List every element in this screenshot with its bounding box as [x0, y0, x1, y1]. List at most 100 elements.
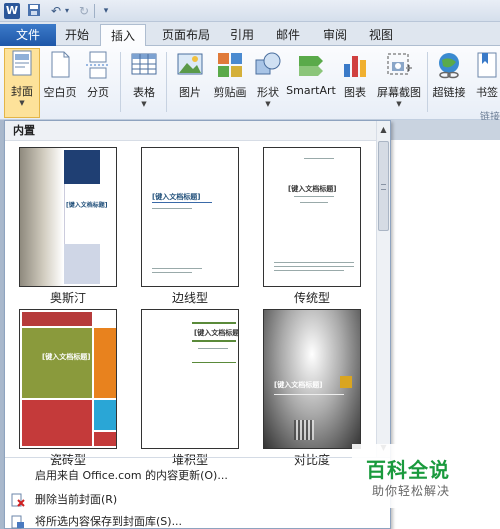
hyperlink-icon — [434, 50, 464, 80]
subtitle-line — [294, 196, 334, 197]
thumbnail-title: [键入文档标题] — [194, 329, 239, 337]
page-break-label: 分页 — [87, 86, 109, 99]
abstract-line — [274, 266, 354, 267]
ribbon-tabs: 文件 开始 插入 页面布局 引用 邮件 审阅 视图 — [0, 22, 500, 47]
document-ruler-strip — [388, 120, 500, 140]
cover-thumbnail-stacks[interactable]: [键入文档标题] — [141, 309, 239, 449]
thumbnail-label: 传统型 — [293, 291, 330, 305]
abstract-line — [274, 262, 354, 263]
save-icon[interactable] — [26, 3, 42, 19]
smartart-label: SmartArt — [286, 84, 336, 97]
picture-button[interactable]: 图片 — [172, 50, 208, 114]
scroll-up-icon[interactable]: ▲ — [377, 123, 390, 137]
word-app-icon[interactable]: W — [4, 3, 20, 19]
tile-accent — [94, 400, 116, 430]
subtitle-line — [198, 348, 228, 349]
enable-office-updates-item[interactable]: 启用来自 Office.com 的内容更新(O)... — [5, 465, 365, 487]
smartart-icon — [296, 50, 326, 80]
thumbnail-title: [键入文档标题] — [288, 185, 337, 193]
clipart-button[interactable]: 剪贴画 — [210, 50, 250, 114]
cover-thumbnail-traditional[interactable]: [键入文档标题] — [263, 147, 361, 287]
qat-separator — [94, 4, 95, 18]
hyperlink-button[interactable]: 超链接 — [430, 50, 468, 114]
smartart-button[interactable]: SmartArt — [286, 50, 336, 114]
thumbnail-title: [键入文档标题] — [42, 353, 91, 361]
logo-mark — [340, 376, 352, 388]
cover-page-button[interactable]: 封面 ▼ — [4, 48, 40, 118]
scroll-thumb[interactable] — [378, 141, 389, 231]
pattern-block — [294, 420, 314, 440]
title-bar: W ↶ ▾ ↻ ▾ — [0, 0, 500, 22]
cover-thumbnail-austin[interactable]: [键入文档标题] — [19, 147, 117, 287]
subtitle-line — [274, 394, 344, 395]
screenshot-label: 屏幕截图 — [377, 86, 421, 99]
shapes-button[interactable]: 形状 ▼ — [252, 50, 284, 114]
watermark: 百科全说 助你轻松解决 — [352, 444, 500, 508]
hyperlink-label: 超链接 — [432, 86, 466, 99]
table-button[interactable]: 表格 ▼ — [126, 50, 162, 114]
tab-review[interactable]: 审阅 — [314, 24, 356, 46]
group-separator — [427, 52, 428, 112]
chart-button[interactable]: 图表 — [338, 50, 372, 114]
tile-corner — [94, 432, 116, 446]
tile-top — [22, 312, 92, 326]
blank-page-button[interactable]: 空白页 — [42, 50, 78, 114]
screenshot-button[interactable]: 屏幕截图 ▼ — [374, 50, 424, 114]
blank-page-label: 空白页 — [43, 86, 77, 99]
table-icon — [129, 50, 159, 80]
cover-page-label: 封面 — [11, 85, 33, 98]
bookmark-button[interactable]: 书签 — [472, 50, 500, 114]
thumbnail-label: 奥斯汀 — [49, 291, 86, 305]
tab-references[interactable]: 引用 — [222, 24, 262, 46]
text-block — [64, 184, 100, 244]
redo-icon[interactable]: ↻ — [76, 3, 92, 19]
remove-cover-item[interactable]: 删除当前封面(R) — [5, 489, 365, 511]
title-rule — [192, 322, 236, 324]
thumbnail-label: 边线型 — [171, 291, 208, 305]
header-line — [304, 158, 334, 159]
scroll-grip-icon — [381, 184, 386, 190]
picture-icon — [175, 50, 205, 80]
footer-line — [152, 272, 192, 273]
title-rule — [152, 202, 212, 203]
page-break-button[interactable]: 分页 — [80, 50, 116, 114]
cover-thumbnail-sideline[interactable]: [键入文档标题] — [141, 147, 239, 287]
clipart-label: 剪贴画 — [213, 86, 247, 99]
abstract-line — [274, 270, 344, 271]
delete-cover-icon — [11, 493, 25, 507]
tab-view[interactable]: 视图 — [360, 24, 402, 46]
chevron-down-icon: ▼ — [265, 100, 271, 108]
bookmark-icon — [472, 50, 500, 80]
tab-file[interactable]: 文件 — [0, 24, 56, 46]
tab-home[interactable]: 开始 — [56, 24, 98, 46]
clipart-icon — [215, 50, 245, 80]
cover-thumbnail-tiles[interactable]: [键入文档标题] — [19, 309, 117, 449]
menu-item-label: 启用来自 Office.com 的内容更新(O)... — [35, 469, 228, 482]
shapes-icon — [253, 50, 283, 80]
cover-page-icon — [7, 49, 37, 79]
tab-page-layout[interactable]: 页面布局 — [150, 24, 222, 46]
footer-line — [152, 268, 202, 269]
cover-thumbnail-contrast[interactable]: [键入文档标题] — [263, 309, 361, 449]
chart-label: 图表 — [344, 86, 366, 99]
thumbnail-title: [键入文档标题] — [274, 381, 323, 389]
tab-mailings[interactable]: 邮件 — [266, 24, 310, 46]
page-break-icon — [83, 50, 113, 80]
menu-item-label: 将所选内容保存到封面库(S)... — [35, 515, 183, 528]
picture-label: 图片 — [179, 86, 201, 99]
gallery-header: 内置 — [5, 121, 377, 141]
save-to-gallery-item[interactable]: 将所选内容保存到封面库(S)... — [5, 511, 365, 529]
table-label: 表格 — [133, 86, 155, 99]
tile-side — [94, 328, 116, 398]
blank-page-icon — [45, 50, 75, 80]
save-to-gallery-icon — [11, 515, 25, 529]
chevron-down-icon: ▼ — [141, 100, 147, 108]
menu-separator — [5, 457, 390, 458]
undo-dropdown-icon[interactable]: ▾ — [62, 3, 72, 19]
gallery-scrollbar[interactable]: ▲ ▼ — [376, 121, 390, 457]
title-rule — [192, 340, 236, 342]
tab-insert[interactable]: 插入 — [100, 24, 146, 47]
customize-qat-icon[interactable]: ▾ — [98, 3, 114, 19]
watermark-subtitle: 助你轻松解决 — [372, 484, 451, 498]
bookmark-label: 书签 — [476, 86, 498, 99]
